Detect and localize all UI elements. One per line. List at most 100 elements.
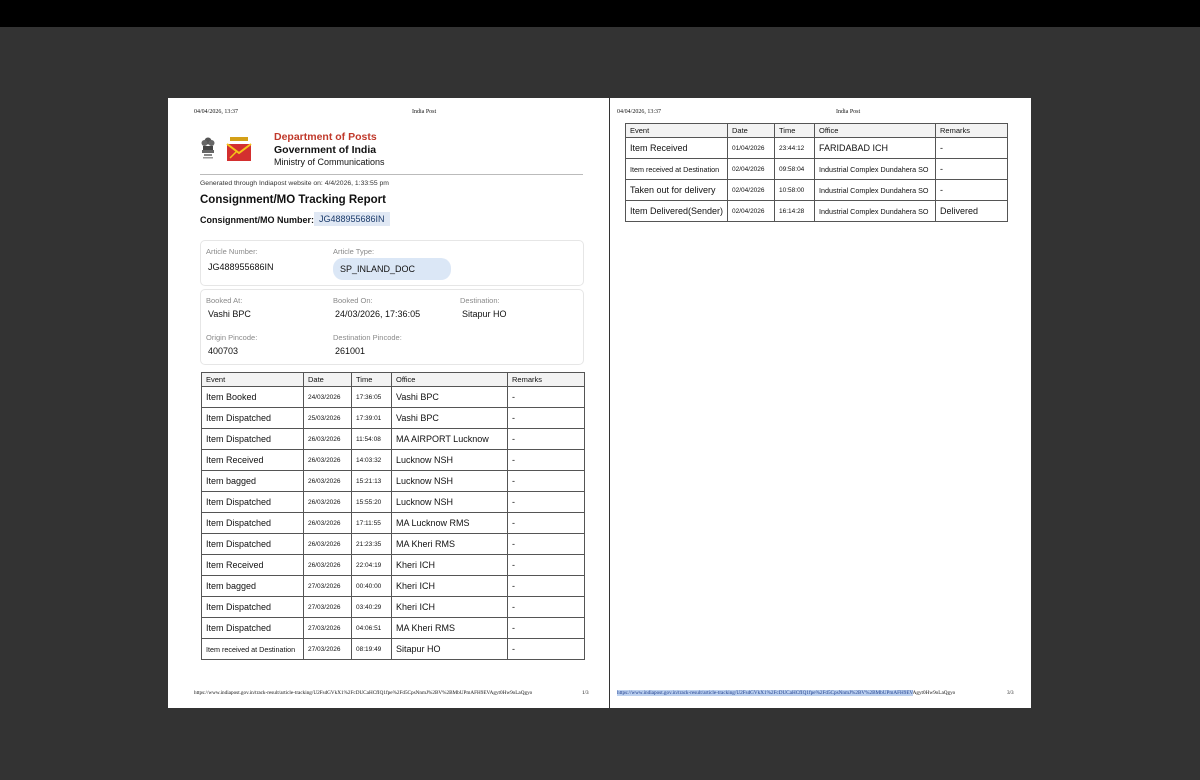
tracking-table: Event Date Time Office Remarks Item Rece…: [625, 123, 1008, 222]
cell-time: 08:19:49: [351, 638, 392, 660]
india-post-logo-icon: [226, 137, 252, 161]
header-divider: [200, 174, 583, 175]
cell-time: 16:14:28: [774, 200, 815, 222]
destination-pincode: 261001: [335, 346, 366, 356]
table-row: Item Booked 24/03/2026 17:36:05 Vashi BPC -: [201, 386, 585, 408]
table-row: Item Dispatched 26/03/2026 17:11:55 MA Luck…: [201, 512, 585, 534]
footer-url-rest[interactable]: Agyt0Hw9oLaQgyo: [913, 690, 956, 696]
cell-time: 23:44:12: [774, 137, 815, 159]
cell-event: Item Delivered(Sender): [625, 200, 728, 222]
table-header-row: Event Date Time Office Remarks: [201, 372, 585, 387]
footer-url[interactable]: https://www.indiapost.gov.in/track-resul…: [617, 690, 955, 696]
origin-pincode-label: Origin Pincode:: [206, 333, 258, 342]
booked-at: Vashi BPC: [208, 309, 251, 319]
footer-url[interactable]: https://www.indiapost.gov.in/track-resul…: [194, 690, 532, 696]
cell-office: Industrial Complex Dundahera SO: [814, 179, 936, 201]
page-header-title: India Post: [836, 109, 861, 115]
cell-date: 26/03/2026: [303, 491, 352, 513]
cell-time: 22:04:19: [351, 554, 392, 576]
col-header-office: Office: [391, 372, 508, 387]
cell-office: Vashi BPC: [391, 386, 508, 408]
cell-remarks: -: [507, 575, 585, 597]
org-ministry: Ministry of Communications: [274, 157, 385, 167]
col-header-remarks: Remarks: [507, 372, 585, 387]
cell-event: Item received at Destination: [201, 638, 304, 660]
cell-remarks: -: [507, 470, 585, 492]
col-header-office: Office: [814, 123, 936, 138]
cell-time: 17:36:05: [351, 386, 392, 408]
page-header-datetime: 04/04/2026, 13:37: [617, 109, 662, 115]
cell-event: Taken out for delivery: [625, 179, 728, 201]
cell-event: Item Received: [201, 449, 304, 471]
cell-remarks: -: [507, 407, 585, 429]
cell-office: Lucknow NSH: [391, 449, 508, 471]
col-header-time: Time: [351, 372, 392, 387]
cell-time: 15:55:20: [351, 491, 392, 513]
origin-pincode: 400703: [208, 346, 239, 356]
booked-on-label: Booked On:: [333, 296, 373, 305]
cell-date: 24/03/2026: [303, 386, 352, 408]
cell-date: 25/03/2026: [303, 407, 352, 429]
cell-office: Sitapur HO: [391, 638, 508, 660]
table-row: Item bagged 27/03/2026 00:40:00 Kheri ICH -: [201, 575, 585, 597]
cell-remarks: -: [507, 386, 585, 408]
page-header-title: India Post: [412, 109, 437, 115]
cell-time: 10:58:00: [774, 179, 815, 201]
cell-time: 09:58:04: [774, 158, 815, 180]
cell-date: 02/04/2026: [727, 200, 775, 222]
article-number: JG488955686IN: [208, 262, 274, 272]
cell-office: MA Kheri RMS: [391, 533, 508, 555]
generated-note: Generated through Indiapost website on: …: [200, 180, 389, 187]
cell-date: 01/04/2026: [727, 137, 775, 159]
footer-page-number: 1/3: [582, 690, 589, 696]
org-government: Government of India: [274, 144, 377, 156]
article-type: SP_INLAND_DOC: [340, 264, 416, 274]
table-row: Item Dispatched 26/03/2026 21:23:35 MA Kher…: [201, 533, 585, 555]
cell-remarks: -: [507, 554, 585, 576]
consignment-number: JG488955686IN: [314, 212, 390, 226]
cell-remarks: Delivered: [935, 200, 1008, 222]
cell-date: 02/04/2026: [727, 179, 775, 201]
cell-event: Item Dispatched: [201, 428, 304, 450]
table-row: Item bagged 26/03/2026 15:21:13 Lucknow NSH…: [201, 470, 585, 492]
cell-office: Kheri ICH: [391, 575, 508, 597]
cell-event: Item Dispatched: [201, 407, 304, 429]
cell-date: 27/03/2026: [303, 638, 352, 660]
cell-office: Lucknow NSH: [391, 470, 508, 492]
cell-remarks: -: [507, 491, 585, 513]
cell-office: Vashi BPC: [391, 407, 508, 429]
page-header-datetime: 04/04/2026, 13:37: [194, 109, 239, 115]
cell-date: 26/03/2026: [303, 470, 352, 492]
cell-event: Item Dispatched: [201, 512, 304, 534]
cell-office: Industrial Complex Dundahera SO: [814, 200, 936, 222]
table-row: Item Dispatched 27/03/2026 04:06:51 MA Kher…: [201, 617, 585, 639]
footer-page-number: 3/3: [1007, 690, 1014, 696]
table-row: Item Dispatched 25/03/2026 17:39:01 Vashi B…: [201, 407, 585, 429]
col-header-remarks: Remarks: [935, 123, 1008, 138]
col-header-date: Date: [303, 372, 352, 387]
cell-event: Item Booked: [201, 386, 304, 408]
footer-url-selected[interactable]: https://www.indiapost.gov.in/track-resul…: [617, 690, 913, 696]
cell-office: MA Lucknow RMS: [391, 512, 508, 534]
cell-time: 11:54:08: [351, 428, 392, 450]
cell-event: Item received at Destination: [625, 158, 728, 180]
table-row: Item Received 26/03/2026 22:04:19 Kheri ICH…: [201, 554, 585, 576]
cell-event: Item Dispatched: [201, 491, 304, 513]
cell-remarks: -: [507, 449, 585, 471]
cell-event: Item bagged: [201, 575, 304, 597]
cell-remarks: -: [507, 596, 585, 618]
cell-office: MA Kheri RMS: [391, 617, 508, 639]
cell-office: Kheri ICH: [391, 554, 508, 576]
cell-time: 17:39:01: [351, 407, 392, 429]
booking-card: [200, 289, 584, 365]
table-row: Item received at Destination 27/03/2026 08…: [201, 638, 585, 660]
cell-remarks: -: [507, 638, 585, 660]
article-number-label: Article Number:: [206, 247, 258, 256]
cell-date: 26/03/2026: [303, 512, 352, 534]
pdf-page-3: 04/04/2026, 13:37 India Post Event Date …: [610, 98, 1031, 708]
cell-date: 26/03/2026: [303, 428, 352, 450]
cell-remarks: -: [507, 533, 585, 555]
cell-event: Item bagged: [201, 470, 304, 492]
cell-event: Item Received: [625, 137, 728, 159]
cell-date: 26/03/2026: [303, 449, 352, 471]
